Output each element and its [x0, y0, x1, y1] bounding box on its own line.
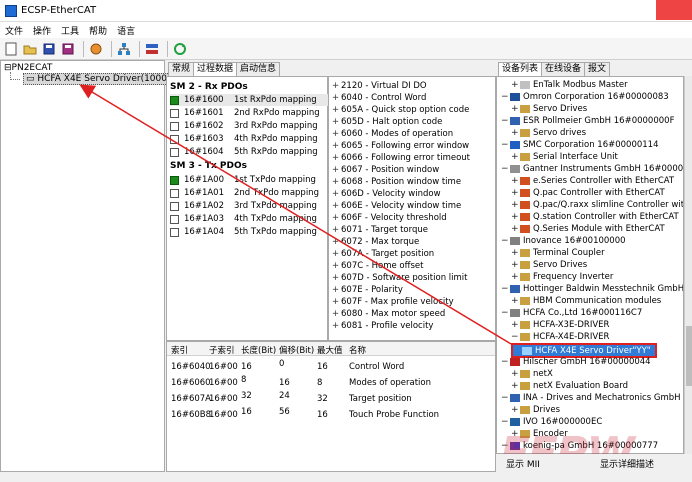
annotation-overlay [79, 84, 512, 345]
annotation-arrow [79, 84, 512, 345]
